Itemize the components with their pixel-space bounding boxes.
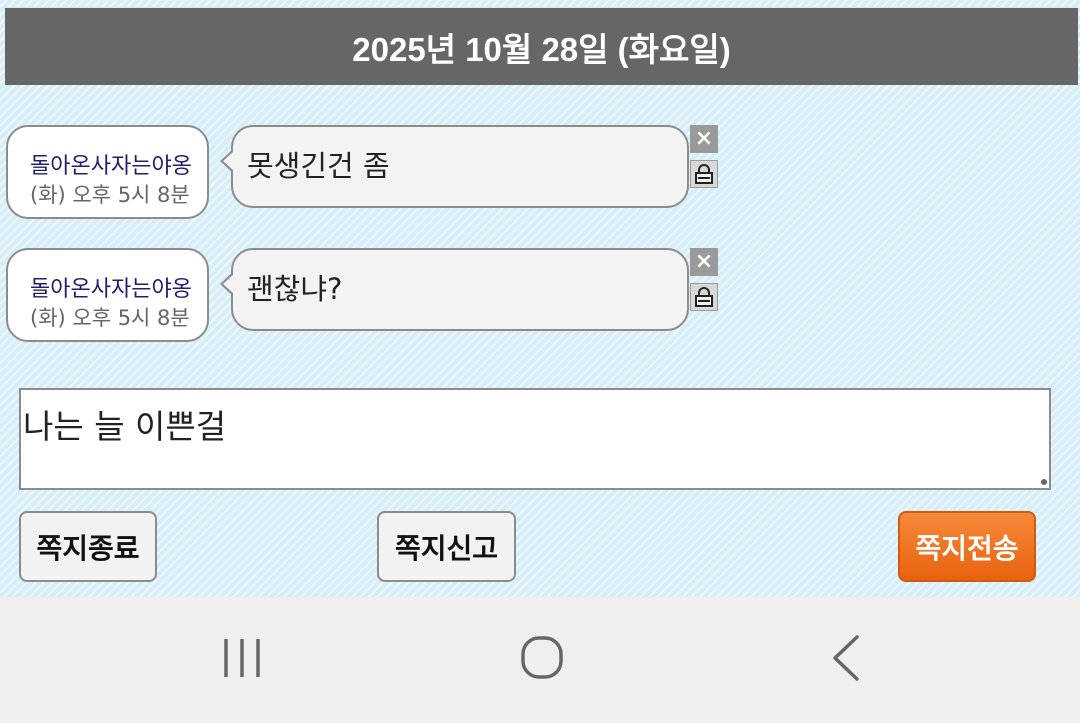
message-time: (화) 오후 5시 8분 xyxy=(30,306,190,330)
sender-name[interactable]: 돌아온사자는야옹 xyxy=(30,148,192,180)
sender-box[interactable]: 돌아온사자는야옹 (화) 오후 5시 8분 xyxy=(6,248,209,342)
message-text: 괜찮냐? xyxy=(247,272,343,306)
message-time: (화) 오후 5시 8분 xyxy=(30,183,190,207)
report-message-button[interactable]: 쪽지신고 xyxy=(377,511,516,582)
bubble-tail-fill xyxy=(223,274,234,294)
send-message-button[interactable]: 쪽지전송 xyxy=(898,511,1036,582)
system-navigation-bar xyxy=(0,597,1080,723)
lock-icon[interactable] xyxy=(690,160,718,188)
message-row: 돌아온사자는야옹 (화) 오후 5시 8분 괜찮냐? × xyxy=(0,248,1080,348)
date-header: 2025년 10월 28일 (화요일) xyxy=(5,7,1078,85)
message-input[interactable]: 나는 늘 이쁜걸 xyxy=(19,388,1051,490)
close-icon[interactable]: × xyxy=(690,125,718,153)
message-bubble: 못생긴건 좀 xyxy=(220,125,689,208)
lock-icon[interactable] xyxy=(690,283,718,311)
home-icon[interactable] xyxy=(510,627,574,691)
message-text: 못생긴건 좀 xyxy=(247,149,390,183)
recents-icon[interactable] xyxy=(210,627,274,691)
sender-box[interactable]: 돌아온사자는야옹 (화) 오후 5시 8분 xyxy=(6,125,209,219)
back-icon[interactable] xyxy=(815,627,879,691)
end-message-button[interactable]: 쪽지종료 xyxy=(19,511,157,582)
sender-name[interactable]: 돌아온사자는야옹 xyxy=(30,271,192,303)
screen: 2025년 10월 28일 (화요일) 돌아온사자는야옹 (화) 오후 5시 8… xyxy=(0,0,1080,723)
message-bubble: 괜찮냐? xyxy=(220,248,689,331)
resize-handle[interactable] xyxy=(1041,479,1047,485)
close-icon[interactable]: × xyxy=(690,248,718,276)
chat-area: 2025년 10월 28일 (화요일) 돌아온사자는야옹 (화) 오후 5시 8… xyxy=(0,0,1080,597)
message-row: 돌아온사자는야옹 (화) 오후 5시 8분 못생긴건 좀 × xyxy=(0,125,1080,225)
bubble-tail-fill xyxy=(223,151,234,171)
